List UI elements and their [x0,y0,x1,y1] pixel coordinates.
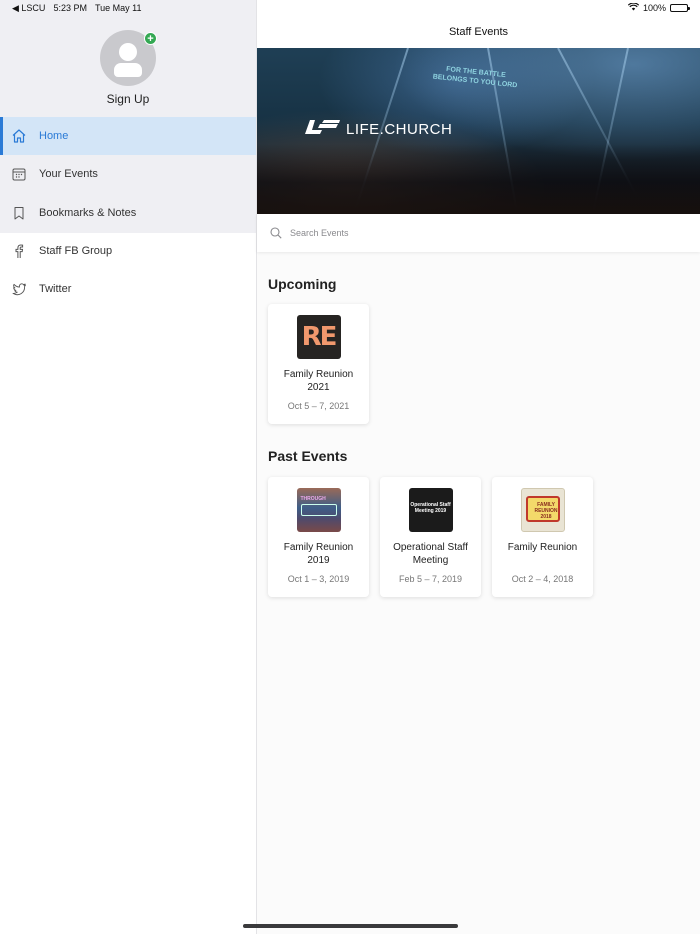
event-date: Oct 5 – 7, 2021 [287,401,350,411]
sign-up-label: Sign Up [106,92,150,106]
event-date: Oct 2 – 4, 2018 [511,574,574,584]
home-icon [11,128,27,144]
sidebar-item-label: Staff FB Group [39,245,113,258]
event-thumbnail: THROUGH [296,488,341,532]
re-logo: RE [301,322,338,352]
event-card-family-reunion-2021[interactable]: RE Family Reunion 2021 Oct 5 – 7, 2021 [268,304,369,424]
search-bar[interactable]: Search Events [257,214,700,252]
brand-name: LIFE.CHURCH [346,121,453,138]
event-name: Family Reunion 2019 [283,542,354,566]
life-church-mark-icon [304,118,340,141]
battery-percent: 100% [642,3,666,13]
thumbnail-caption: THROUGH [300,496,326,502]
sidebar-item-label: Home [39,130,69,143]
facebook-icon [11,243,27,259]
hero-banner: FOR THE BATTLE BELONGS TO YOU LORD LIFE.… [257,48,700,214]
event-thumbnail: Operational Staff Meeting 2019 [408,488,453,532]
life-church-logo: LIFE.CHURCH [304,118,452,141]
status-bar: ◀ LSCU 5:23 PM Tue May 11 100% [0,0,700,18]
sidebar-item-label: Your Events [39,168,98,181]
search-input[interactable]: Search Events [290,228,349,238]
main-content: Staff Events FOR THE BATTLE BELONGS TO Y… [257,0,700,934]
sidebar-item-label: Twitter [39,283,72,296]
hero-tagline: FOR THE BATTLE BELONGS TO YOU LORD [432,64,518,91]
event-thumbnail: RE [296,315,341,359]
event-thumbnail: FAMILY REUNION 2018 [520,488,565,532]
plus-icon: + [144,32,157,45]
sign-up-button[interactable]: + Sign Up [0,30,256,106]
sidebar-item-staff-fb-group[interactable]: Staff FB Group [0,232,256,270]
thumbnail-caption: Operational Staff Meeting 2019 [410,502,451,514]
status-date: Tue May 11 [94,3,142,13]
battery-icon [670,4,690,12]
bookmark-icon [11,205,27,221]
event-card-family-reunion-2019[interactable]: THROUGH Family Reunion 2019 Oct 1 – 3, 2… [268,477,369,597]
event-card-family-reunion-2018[interactable]: FAMILY REUNION 2018 Family Reunion Oct 2… [492,477,593,597]
upcoming-heading: Upcoming [268,276,337,292]
sidebar-nav: Home Your Events Bookmarks & Notes Staff… [0,117,256,308]
event-date: Oct 1 – 3, 2019 [287,574,350,584]
event-date: Feb 5 – 7, 2019 [398,574,463,584]
event-name: Operational Staff Meeting [393,542,468,566]
sidebar-item-your-events[interactable]: Your Events [0,155,256,193]
sidebar-item-bookmarks-notes[interactable]: Bookmarks & Notes [0,194,256,232]
twitter-icon [11,281,27,297]
calendar-icon [11,166,27,182]
thumbnail-caption: FAMILY REUNION 2018 [534,502,558,520]
home-indicator[interactable] [243,924,458,928]
sidebar-item-twitter[interactable]: Twitter [0,270,256,308]
sidebar-item-label: Bookmarks & Notes [39,206,137,219]
event-name: Family Reunion 2021 [283,369,354,393]
status-time: 5:23 PM [53,3,87,13]
search-icon [270,227,282,239]
wifi-icon [627,2,640,13]
sidebar: + Sign Up Home Your Events Bookmarks & N… [0,0,257,934]
past-events-heading: Past Events [268,448,348,464]
event-name: Family Reunion [507,542,578,553]
back-to-app-link[interactable]: ◀ LSCU [12,3,45,14]
event-card-operational-staff-meeting[interactable]: Operational Staff Meeting 2019 Operation… [380,477,481,597]
sidebar-item-home[interactable]: Home [0,117,256,156]
